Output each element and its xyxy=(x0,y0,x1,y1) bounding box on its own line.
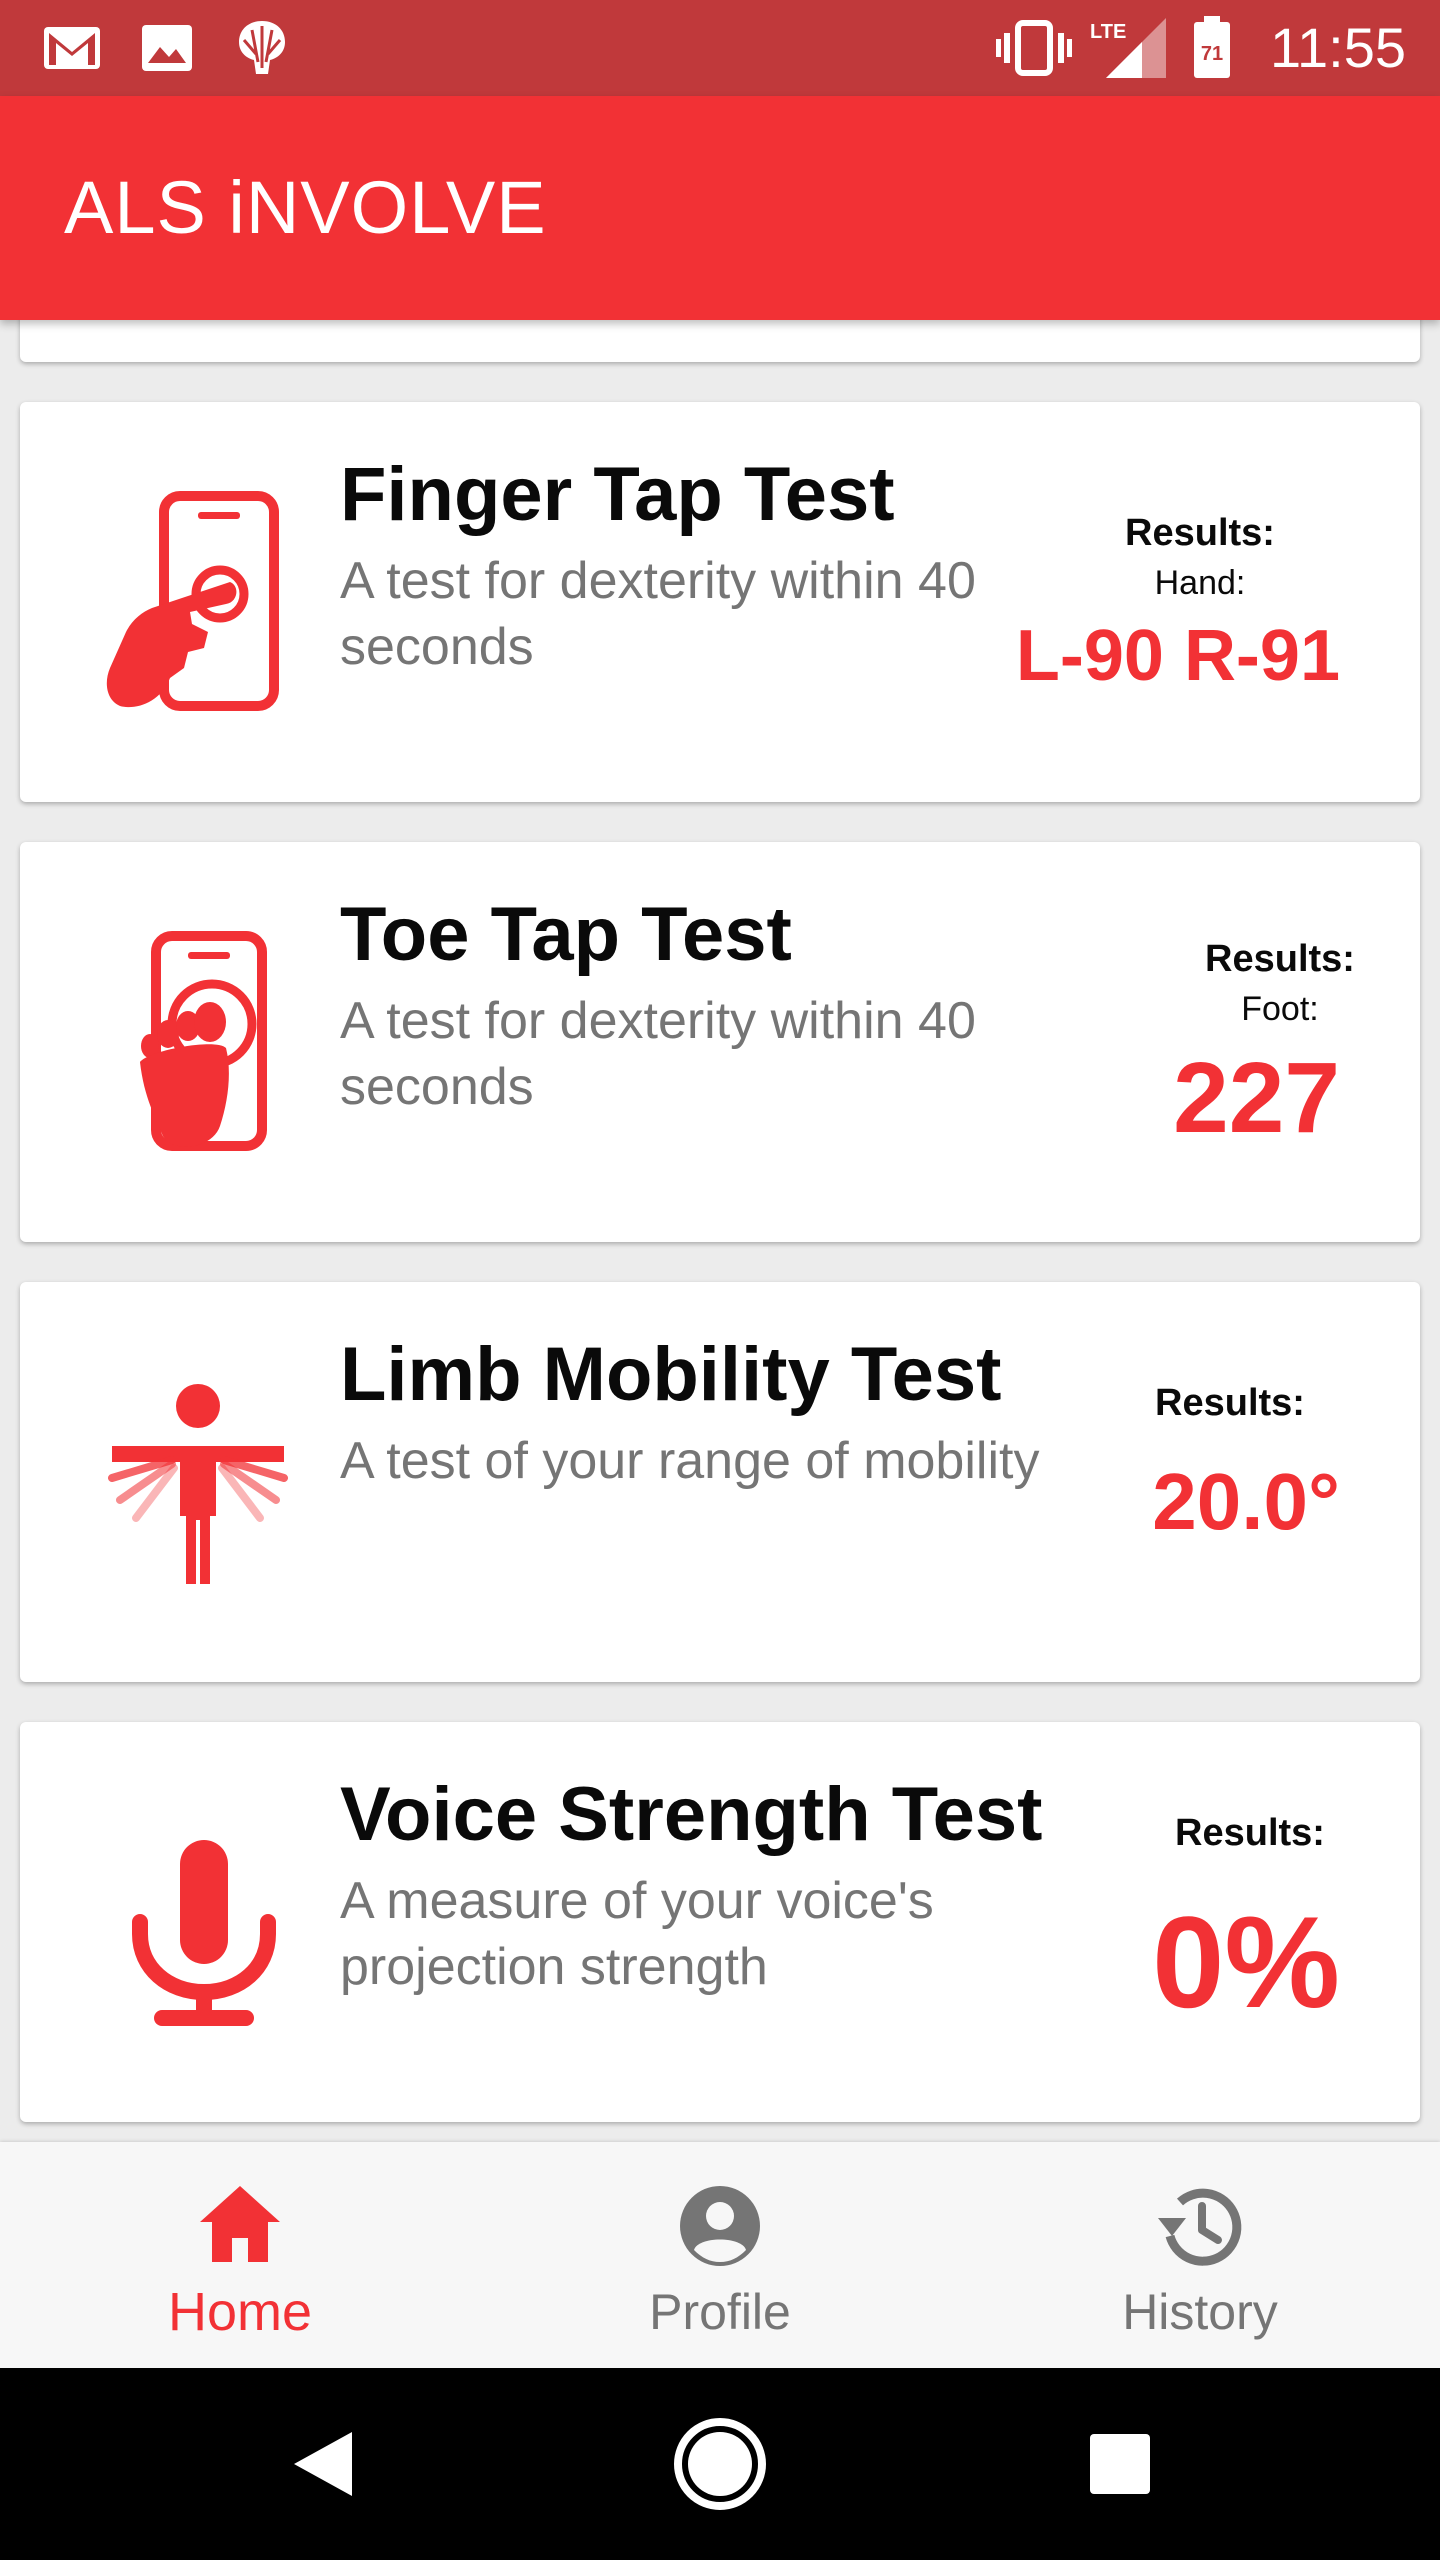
results-value: L-90 R-91 xyxy=(1015,616,1340,696)
limb-mobility-icon xyxy=(80,1362,320,1602)
results-sub-label: Hand: xyxy=(1154,564,1246,602)
card-description: A test for dexterity within 40 seconds xyxy=(340,992,976,1116)
status-bar: LTE 71 11:55 xyxy=(0,0,1440,96)
results-label: Results: xyxy=(1125,512,1275,554)
app-bar: ALS iNVOLVE xyxy=(0,96,1440,320)
system-navigation-bar xyxy=(0,2368,1440,2560)
svg-text:LTE: LTE xyxy=(1090,21,1126,43)
card-description: A test for dexterity within 40 seconds xyxy=(340,552,976,676)
results-label: Results: xyxy=(1175,1812,1325,1854)
nav-profile[interactable]: Profile xyxy=(480,2142,960,2368)
voice-strength-test-card[interactable]: Voice Strength Test A measure of your vo… xyxy=(20,1722,1420,2122)
results-value: 0% xyxy=(1152,1889,1340,2035)
battery-icon: 71 xyxy=(1192,16,1232,78)
nav-history[interactable]: History xyxy=(960,2142,1440,2368)
results-sub-label: Foot: xyxy=(1241,990,1319,1028)
finger-tap-phone-icon xyxy=(80,482,320,722)
card-title: Toe Tap Test xyxy=(340,892,792,977)
recents-icon[interactable] xyxy=(1070,2414,1170,2514)
results-value: 227 xyxy=(1173,1042,1340,1154)
nav-label: Profile xyxy=(649,2284,791,2340)
gmail-icon xyxy=(42,22,102,74)
results-label: Results: xyxy=(1155,1382,1305,1424)
microphone-icon xyxy=(80,1802,320,2042)
account-icon xyxy=(672,2178,768,2274)
card-title: Finger Tap Test xyxy=(340,452,895,537)
back-icon[interactable] xyxy=(270,2414,370,2514)
nav-label: Home xyxy=(167,2282,313,2342)
app-title: ALS iNVOLVE xyxy=(64,166,547,249)
history-icon xyxy=(1152,2178,1248,2274)
app-notification-icon xyxy=(234,21,290,74)
card-title: Limb Mobility Test xyxy=(340,1332,1002,1417)
toe-tap-test-card[interactable]: Toe Tap Test A test for dexterity within… xyxy=(20,842,1420,1242)
results-label: Results: xyxy=(1205,938,1355,980)
lte-signal-icon: LTE xyxy=(1090,18,1166,78)
status-time: 11:55 xyxy=(1270,16,1406,79)
limb-mobility-test-card[interactable]: Limb Mobility Test A test of your range … xyxy=(20,1282,1420,1682)
card-description: A measure of your voice's projection str… xyxy=(340,1872,934,1996)
vibrate-icon xyxy=(996,20,1072,76)
card-description: A test of your range of mobility xyxy=(340,1432,1040,1490)
foot-tap-phone-icon xyxy=(80,922,320,1162)
home-icon xyxy=(192,2178,288,2274)
nav-home[interactable]: Home xyxy=(0,2142,480,2368)
finger-tap-test-card[interactable]: Finger Tap Test A test for dexterity wit… xyxy=(20,402,1420,802)
image-icon xyxy=(140,22,194,74)
home-circle-icon[interactable] xyxy=(670,2414,770,2514)
bottom-navigation: Home Profile History xyxy=(0,2142,1440,2368)
nav-label: History xyxy=(1122,2284,1278,2340)
card-title: Voice Strength Test xyxy=(340,1772,1043,1857)
svg-text:71: 71 xyxy=(1201,43,1223,65)
results-value: 20.0° xyxy=(1152,1457,1340,1546)
